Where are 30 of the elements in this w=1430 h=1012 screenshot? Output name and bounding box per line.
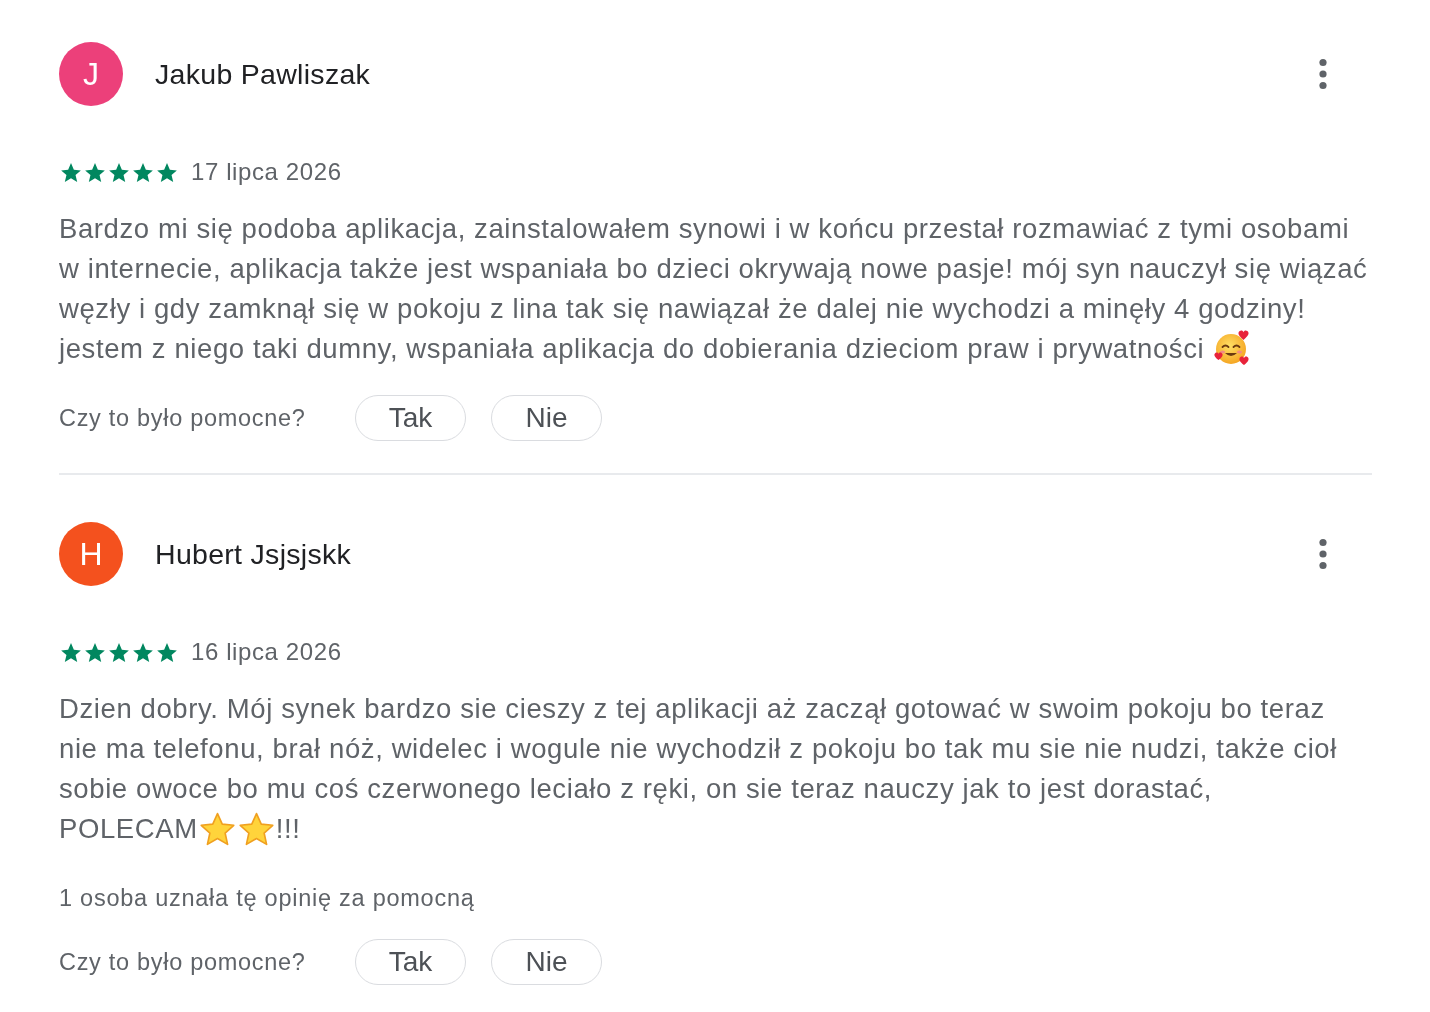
star-icon [61,162,81,182]
star-icon [109,162,129,182]
helpful-prompt: Czy to było pomocne? [59,404,307,432]
star-icon [157,162,177,182]
star-icon [85,162,105,182]
smiling-face-hearts-icon [1214,330,1251,366]
author-name: Jakub Pawliszak [155,57,371,91]
vote-button[interactable]: Nie [491,395,602,441]
star-icon [133,162,153,182]
review-date: 17 lipca 2026 [191,158,342,186]
vote-button[interactable]: Tak [355,395,466,441]
more-vertical-icon[interactable] [1318,538,1328,570]
star-icon [238,812,274,846]
avatar: H [59,522,123,586]
vote-button[interactable]: Nie [491,939,602,985]
helpful-count: 1 osoba uznała tę opinię za pomocną [59,885,475,911]
helpful-prompt: Czy to było pomocne? [59,948,307,976]
star-icon [109,642,129,662]
avatar: J [59,42,123,106]
review-text: Dzien dobry. Mój synek bardzo sie cieszy z tej aplikacji aż zaczął gotować w swoim pokoju bo teraz nie ma telefonu, brał nóż, widelec i wogule nie wychodził z pokoju bo tak mu sie nie nudzi, także cioł sobie owoce bo mu coś czerwonego leciało z ręki, on sie teraz nauczy jak to jest dorastać, POLECAM !!! [59,692,1338,848]
more-vertical-icon[interactable] [1318,58,1328,90]
author-name: Hubert Jsjsjskk [155,537,352,571]
star-icon [133,642,153,662]
review-date: 16 lipca 2026 [191,638,342,666]
star-icon [199,812,235,846]
star-icon [61,642,81,662]
star-icon [85,642,105,662]
vote-button[interactable]: Tak [355,939,466,985]
star-icon [157,642,177,662]
review-text: Bardzo mi się podoba aplikacja, zainstalowałem synowi i w końcu przestał rozmawiać z tymi osobami w internecie, aplikacja także jest wspaniała bo dzieci okrywają nowe pasje! mój syn nauczył się wiązać węzły i gdy zamknął się w pokoju z lina tak się nawiązał że dalej nie wychodzi a minęły 4 godziny! jestem z niego taki dumny, wspaniała aplikacja do dobierania dzieciom praw i prywatności [59,212,1369,368]
